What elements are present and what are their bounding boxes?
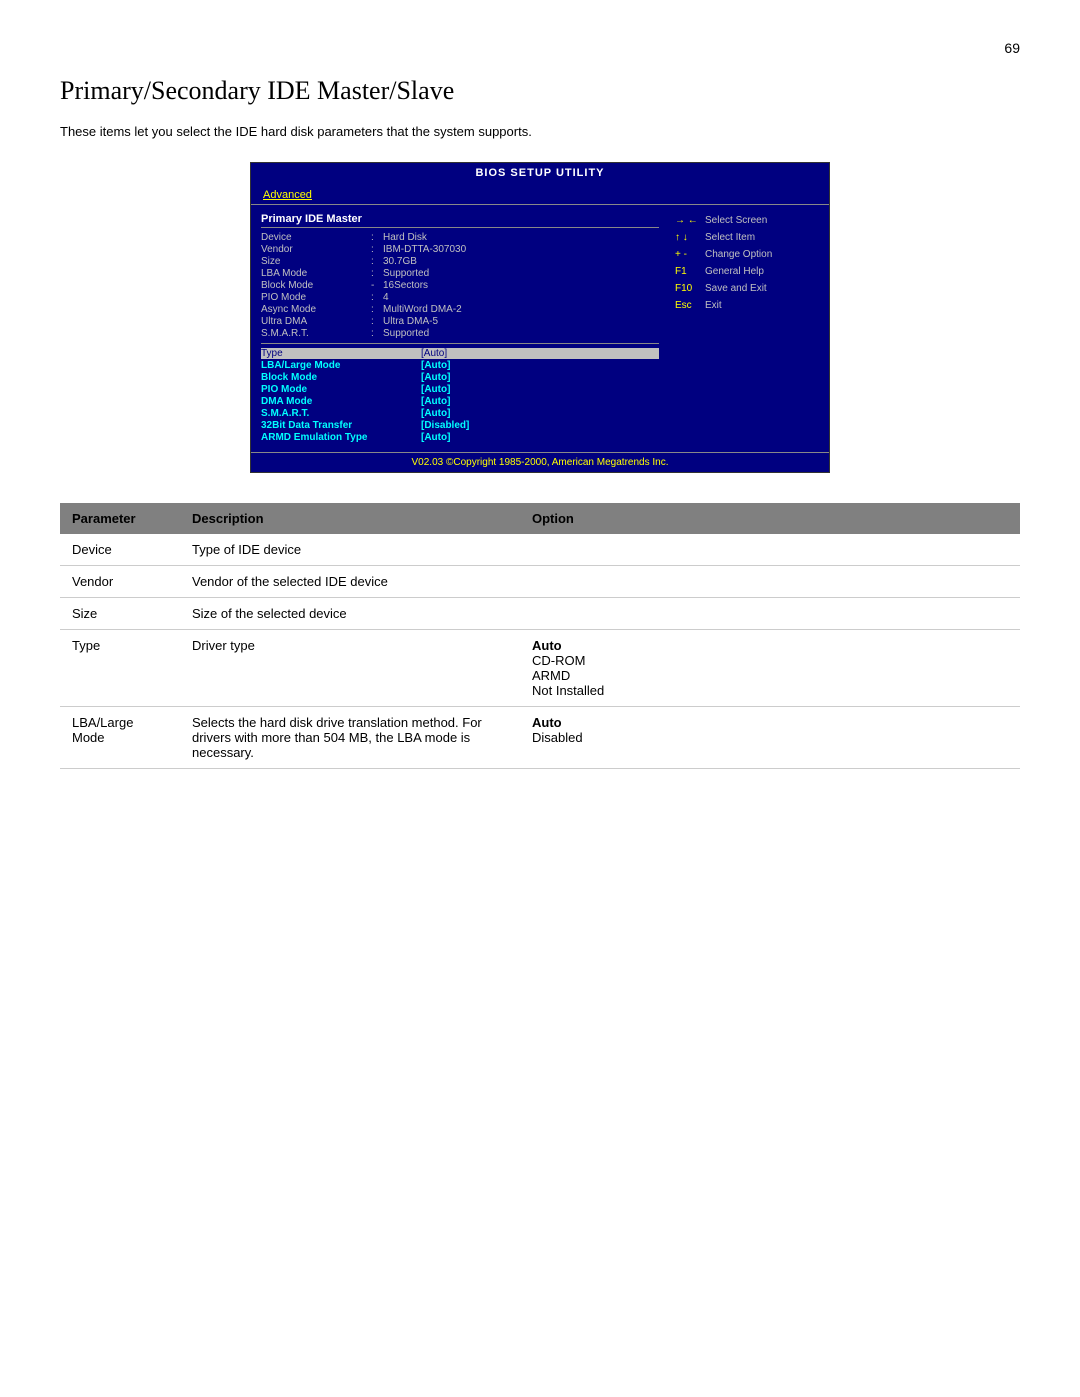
bios-section-title: Primary IDE Master bbox=[261, 213, 659, 228]
table-row-type: Type Driver type Auto CD-ROM ARMD Not In… bbox=[60, 629, 1020, 706]
table-cell-lba-option: Auto Disabled bbox=[520, 706, 1020, 768]
bios-active-items: Type [Auto] LBA/Large Mode [Auto] Block … bbox=[261, 348, 659, 443]
table-cell-device-desc: Type of IDE device bbox=[180, 534, 520, 566]
bios-key-help: → ← Select Screen ↑ ↓ Select Item + - Ch… bbox=[669, 205, 829, 452]
bios-key-save-exit: F10 Save and Exit bbox=[675, 281, 823, 297]
table-cell-size-option bbox=[520, 597, 1020, 629]
bios-static-device: Device : Hard Disk bbox=[261, 232, 659, 243]
table-cell-device-param: Device bbox=[60, 534, 180, 566]
table-cell-type-option: Auto CD-ROM ARMD Not Installed bbox=[520, 629, 1020, 706]
bios-screenshot: BIOS SETUP UTILITY Advanced Primary IDE … bbox=[250, 162, 830, 473]
bios-nav-advanced[interactable]: Advanced bbox=[259, 188, 316, 202]
table-cell-type-param: Type bbox=[60, 629, 180, 706]
table-cell-device-option bbox=[520, 534, 1020, 566]
table-cell-lba-param: LBA/Large Mode bbox=[60, 706, 180, 768]
bios-nav-bar: Advanced bbox=[251, 183, 829, 205]
table-cell-size-desc: Size of the selected device bbox=[180, 597, 520, 629]
bios-key-esc: Esc Exit bbox=[675, 298, 823, 314]
bios-static-items: Device : Hard Disk Vendor : IBM-DTTA-307… bbox=[261, 232, 659, 339]
bios-left-panel: Primary IDE Master Device : Hard Disk Ve… bbox=[251, 205, 669, 452]
table-header-row: Parameter Description Option bbox=[60, 503, 1020, 534]
bios-key-general-help: F1 General Help bbox=[675, 264, 823, 280]
table-cell-vendor-option bbox=[520, 565, 1020, 597]
table-header-description: Description bbox=[180, 503, 520, 534]
bios-static-ultradma: Ultra DMA : Ultra DMA-5 bbox=[261, 316, 659, 327]
table-row-device: Device Type of IDE device bbox=[60, 534, 1020, 566]
table-header-option: Option bbox=[520, 503, 1020, 534]
table-cell-type-desc: Driver type bbox=[180, 629, 520, 706]
bios-static-size: Size : 30.7GB bbox=[261, 256, 659, 267]
table-cell-size-param: Size bbox=[60, 597, 180, 629]
bios-static-piomode: PIO Mode : 4 bbox=[261, 292, 659, 303]
table-header-parameter: Parameter bbox=[60, 503, 180, 534]
bios-static-lbamode: LBA Mode : Supported bbox=[261, 268, 659, 279]
table-row-lba: LBA/Large Mode Selects the hard disk dri… bbox=[60, 706, 1020, 768]
table-cell-vendor-param: Vendor bbox=[60, 565, 180, 597]
bios-active-dma[interactable]: DMA Mode [Auto] bbox=[261, 396, 659, 407]
bios-static-blockmode: Block Mode - 16Sectors bbox=[261, 280, 659, 291]
bios-footer: V02.03 ©Copyright 1985-2000, American Me… bbox=[251, 452, 829, 472]
bios-static-vendor: Vendor : IBM-DTTA-307030 bbox=[261, 244, 659, 255]
bios-active-armd[interactable]: ARMD Emulation Type [Auto] bbox=[261, 432, 659, 443]
table-row-vendor: Vendor Vendor of the selected IDE device bbox=[60, 565, 1020, 597]
bios-active-type[interactable]: Type [Auto] bbox=[261, 348, 659, 359]
parameter-table: Parameter Description Option Device Type… bbox=[60, 503, 1020, 769]
page-title: Primary/Secondary IDE Master/Slave bbox=[60, 76, 1020, 106]
table-row-size: Size Size of the selected device bbox=[60, 597, 1020, 629]
bios-keys-list: → ← Select Screen ↑ ↓ Select Item + - Ch… bbox=[675, 213, 823, 314]
bios-active-pio[interactable]: PIO Mode [Auto] bbox=[261, 384, 659, 395]
bios-key-select-item: ↑ ↓ Select Item bbox=[675, 230, 823, 246]
bios-active-smart[interactable]: S.M.A.R.T. [Auto] bbox=[261, 408, 659, 419]
bios-title: BIOS SETUP UTILITY bbox=[251, 163, 829, 183]
bios-active-block[interactable]: Block Mode [Auto] bbox=[261, 372, 659, 383]
bios-active-32bit[interactable]: 32Bit Data Transfer [Disabled] bbox=[261, 420, 659, 431]
bios-key-change-option: + - Change Option bbox=[675, 247, 823, 263]
table-cell-vendor-desc: Vendor of the selected IDE device bbox=[180, 565, 520, 597]
intro-text: These items let you select the IDE hard … bbox=[60, 122, 1020, 142]
bios-key-select-screen: → ← Select Screen bbox=[675, 213, 823, 229]
table-cell-lba-desc: Selects the hard disk drive translation … bbox=[180, 706, 520, 768]
page-number: 69 bbox=[60, 40, 1020, 56]
bios-active-lba[interactable]: LBA/Large Mode [Auto] bbox=[261, 360, 659, 371]
bios-static-asyncmode: Async Mode : MultiWord DMA-2 bbox=[261, 304, 659, 315]
bios-static-smart: S.M.A.R.T. : Supported bbox=[261, 328, 659, 339]
